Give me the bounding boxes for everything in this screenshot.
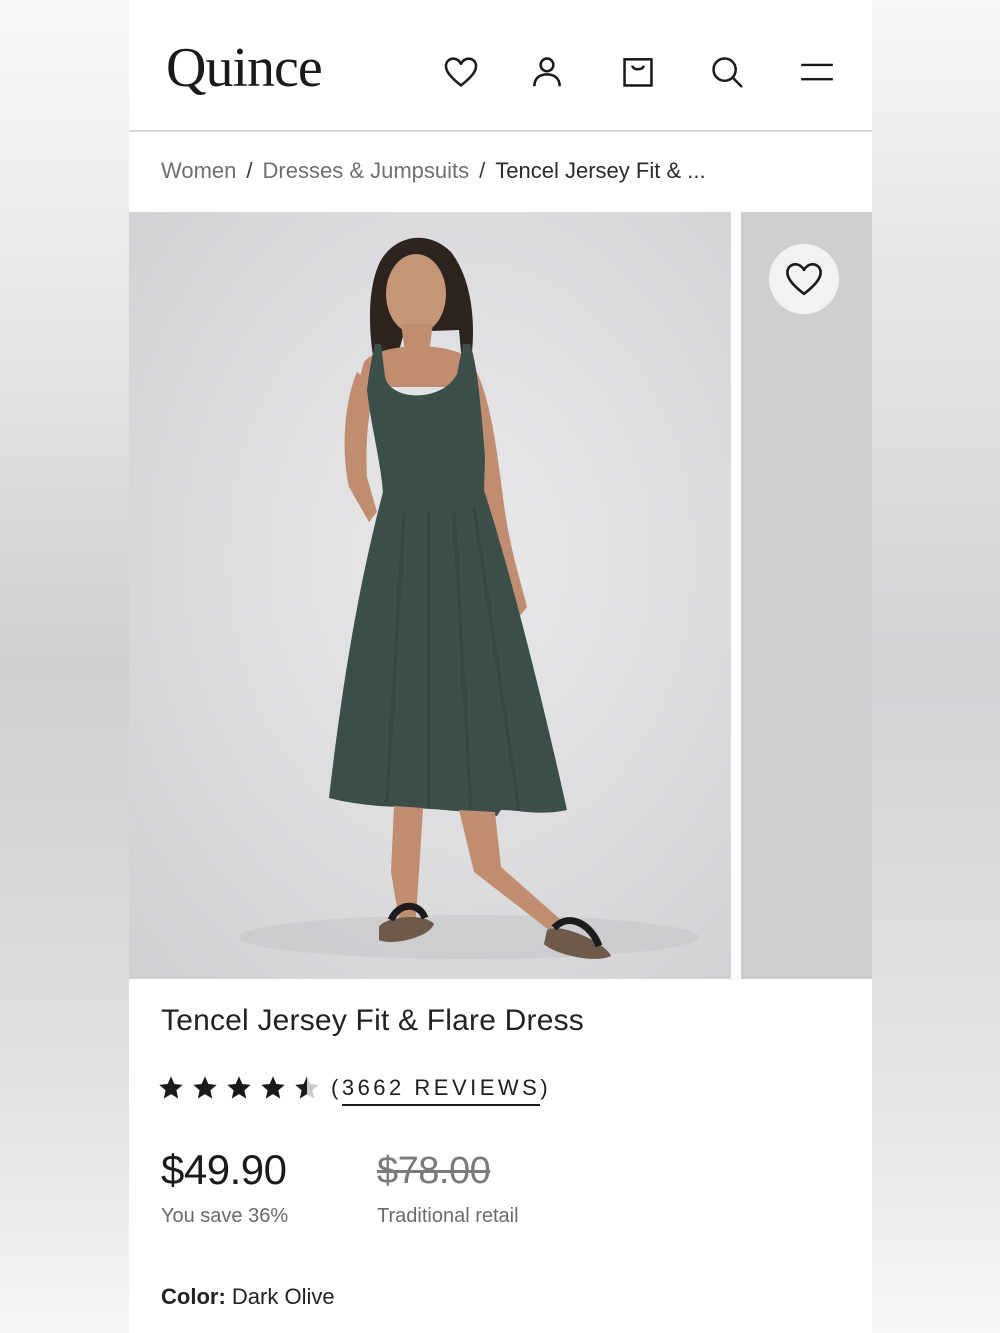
- wishlist-button[interactable]: [439, 50, 483, 94]
- color-selection: Color: Dark Olive: [161, 1284, 335, 1310]
- search-icon: [712, 57, 743, 88]
- star-half-icon: [295, 1076, 319, 1099]
- breadcrumb-women[interactable]: Women: [161, 158, 236, 183]
- reviews-link[interactable]: (3662 REVIEWS): [331, 1075, 551, 1106]
- quince-logo[interactable]: Quince: [166, 36, 323, 100]
- star-icon: [193, 1076, 217, 1099]
- background-left: [0, 0, 129, 1333]
- star-rating: [157, 1074, 321, 1102]
- image-wishlist-button[interactable]: [769, 244, 839, 314]
- breadcrumb-separator: /: [479, 158, 486, 183]
- star-icon: [261, 1076, 285, 1099]
- color-value: Dark Olive: [231, 1284, 335, 1309]
- site-header: Quince: [129, 0, 872, 132]
- retail-price: $78.00: [377, 1150, 491, 1192]
- savings-text: You save 36%: [161, 1205, 289, 1227]
- reviews-count[interactable]: 3662 REVIEWS: [341, 1075, 541, 1106]
- breadcrumb-dresses-jumpsuits[interactable]: Dresses & Jumpsuits: [263, 158, 470, 183]
- product-page: Quince Women / Dresses & Jumpsuits / Tencel …: [129, 0, 872, 1333]
- user-icon: [533, 57, 561, 87]
- shopping-bag-icon: [623, 58, 653, 87]
- product-title: Tencel Jersey Fit & Flare Dress: [161, 1004, 584, 1037]
- background-right: [872, 0, 1000, 1333]
- star-icon: [159, 1076, 183, 1099]
- cart-button[interactable]: [616, 50, 660, 94]
- heart-icon: [444, 57, 478, 87]
- menu-icon: [801, 63, 833, 81]
- star-icon: [227, 1076, 251, 1099]
- sale-price: $49.90: [161, 1146, 287, 1193]
- model-wearing-dress-image: [239, 237, 699, 959]
- retail-label: Traditional retail: [377, 1205, 519, 1227]
- heart-icon: [786, 262, 822, 296]
- search-button[interactable]: [705, 50, 749, 94]
- account-button[interactable]: [525, 50, 569, 94]
- breadcrumb-separator: /: [246, 158, 253, 183]
- menu-button[interactable]: [795, 50, 839, 94]
- product-image-next[interactable]: [741, 212, 872, 979]
- breadcrumb-current: Tencel Jersey Fit & ...: [495, 158, 706, 183]
- product-rating: (3662 REVIEWS): [157, 1068, 551, 1108]
- breadcrumb: Women / Dresses & Jumpsuits / Tencel Jersey …: [161, 158, 706, 184]
- product-image-main[interactable]: [129, 212, 731, 979]
- color-label: Color:: [161, 1284, 226, 1309]
